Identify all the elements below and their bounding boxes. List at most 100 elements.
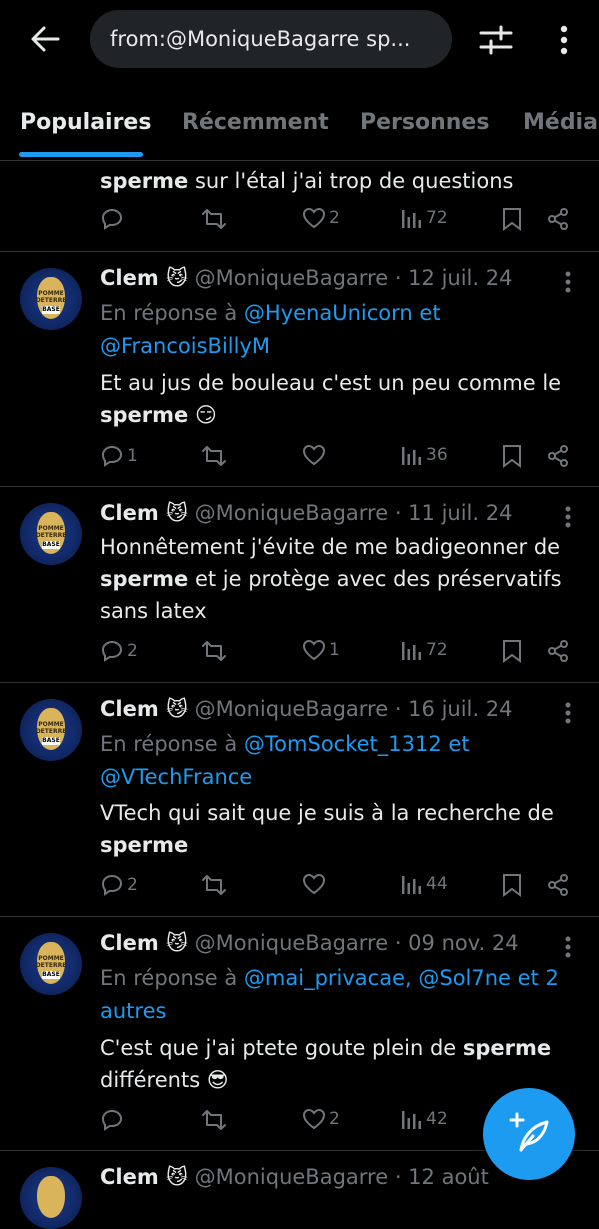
like-button[interactable] — [302, 444, 329, 466]
share-icon — [548, 874, 568, 896]
tab-personnes[interactable]: Personnes — [360, 110, 489, 135]
tab-bar: Populaires Récemment Personnes Médias — [0, 84, 599, 161]
avatar[interactable]: POMME DETERRE BASE — [20, 503, 82, 565]
like-button[interactable]: 1 — [302, 639, 340, 661]
like-button[interactable]: 2 — [302, 1108, 340, 1130]
views-icon — [402, 1111, 421, 1129]
bookmark-button[interactable] — [502, 873, 522, 897]
tweet-date[interactable]: · 09 nov. 24 — [395, 931, 519, 955]
share-button[interactable] — [546, 639, 570, 663]
avatar[interactable]: POMME DETERRE BASE — [20, 699, 82, 761]
handle[interactable]: @MoniqueBagarre — [195, 1165, 389, 1189]
handle[interactable]: @MoniqueBagarre — [195, 501, 389, 525]
mention-link[interactable]: @VTechFrance — [100, 765, 252, 789]
tweet-text: sperme sur l'étal j'ai trop de questions — [100, 169, 514, 193]
handle[interactable]: @MoniqueBagarre — [195, 697, 389, 721]
mention-link[interactable]: @mai_privacae, @Sol7ne et 2 — [244, 966, 559, 990]
tweet-more-icon[interactable] — [558, 268, 578, 296]
retweet-icon — [202, 875, 226, 895]
views-button[interactable]: 72 — [401, 639, 448, 661]
tab-populaires[interactable]: Populaires — [20, 110, 151, 135]
views-icon — [402, 642, 421, 660]
handle[interactable]: @MoniqueBagarre — [195, 931, 389, 955]
tweet-more-icon[interactable] — [558, 933, 578, 961]
tweet-header: Clem 😼 @MoniqueBagarre · 12 juil. 24 — [100, 266, 512, 290]
views-icon — [402, 210, 421, 228]
more-options-icon[interactable] — [554, 20, 574, 60]
bookmark-button[interactable] — [502, 444, 522, 468]
tweet-date[interactable]: · 12 août — [395, 1165, 489, 1189]
bookmark-button[interactable] — [502, 207, 522, 231]
tweet[interactable]: POMME DETERRE BASE Clem 😼 @MoniqueBagarr… — [0, 252, 599, 487]
handle[interactable]: @MoniqueBagarre — [195, 266, 389, 290]
reply-button[interactable]: 2 — [100, 639, 138, 663]
tweet-actions: 2 44 — [0, 873, 599, 903]
display-name[interactable]: Clem 😼 — [100, 697, 188, 721]
reply-button[interactable] — [100, 207, 124, 231]
retweet-button[interactable] — [201, 444, 227, 468]
tweet-more-icon[interactable] — [558, 503, 578, 531]
reply-context: En réponse à @mai_privacae, @Sol7ne et 2… — [100, 966, 559, 1023]
top-bar: from:@MoniqueBagarre sp... — [0, 0, 599, 84]
tweet-text: C'est que j'ai ptete goute plein de sper… — [100, 1036, 552, 1092]
heart-icon — [302, 1108, 326, 1130]
back-arrow-icon[interactable] — [28, 22, 62, 56]
display-name[interactable]: Clem 😼 — [100, 266, 188, 290]
search-input[interactable]: from:@MoniqueBagarre sp... — [90, 10, 452, 68]
avatar-label: POMME DETERRE — [35, 290, 67, 304]
tweet-date[interactable]: · 11 juil. 24 — [395, 501, 513, 525]
retweet-button[interactable] — [201, 873, 227, 897]
tweet-date[interactable]: · 16 juil. 24 — [395, 697, 513, 721]
reply-icon — [101, 874, 123, 896]
share-button[interactable] — [546, 873, 570, 897]
avatar[interactable] — [20, 1167, 82, 1229]
mention-link[interactable]: @TomSocket_1312 et — [244, 732, 470, 756]
reply-button[interactable] — [100, 1108, 127, 1132]
bookmark-icon — [503, 445, 521, 468]
tweet-header: Clem 😼 @MoniqueBagarre · 09 nov. 24 — [100, 931, 519, 955]
tweet-actions: 2 1 72 — [0, 639, 599, 669]
views-button[interactable]: 44 — [401, 873, 448, 895]
tweet[interactable]: POMME DETERRE BASE Clem 😼 @MoniqueBagarr… — [0, 487, 599, 683]
avatar[interactable]: POMME DETERRE BASE — [20, 933, 82, 995]
share-button[interactable] — [546, 444, 570, 468]
display-name[interactable]: Clem 😼 — [100, 931, 188, 955]
reply-button[interactable]: 1 — [100, 444, 138, 468]
reply-icon — [101, 445, 123, 467]
retweet-icon — [202, 209, 226, 229]
compose-button[interactable] — [483, 1088, 575, 1180]
reply-button[interactable]: 2 — [100, 873, 138, 897]
like-button[interactable]: 2 — [302, 207, 340, 229]
mention-link[interactable]: @HyenaUnicorn et — [244, 301, 441, 325]
tab-recemment[interactable]: Récemment — [182, 110, 329, 135]
tweet[interactable]: POMME DETERRE BASE Clem 😼 @MoniqueBagarr… — [0, 683, 599, 917]
tweet-more-icon[interactable] — [558, 699, 578, 727]
tweet-text: VTech qui sait que je suis à la recherch… — [100, 801, 554, 857]
tweet-header: Clem 😼 @MoniqueBagarre · 16 juil. 24 — [100, 697, 512, 721]
tweet-date[interactable]: · 12 juil. 24 — [395, 266, 513, 290]
mention-link[interactable]: @FrancoisBillyM — [100, 334, 270, 358]
display-name[interactable]: Clem 😼 — [100, 1165, 188, 1189]
avatar[interactable]: POMME DETERRE BASE — [20, 268, 82, 330]
reply-context: En réponse à @TomSocket_1312 et @VTechFr… — [100, 732, 470, 789]
views-button[interactable]: 72 — [401, 207, 448, 229]
bookmark-icon — [503, 874, 521, 897]
retweet-button[interactable] — [201, 1108, 227, 1132]
bookmark-icon — [503, 208, 521, 231]
like-button[interactable] — [302, 873, 329, 895]
tab-medias[interactable]: Médias — [523, 110, 599, 135]
share-icon — [548, 208, 568, 230]
retweet-button[interactable] — [201, 207, 227, 231]
views-button[interactable]: 36 — [401, 444, 448, 466]
tweet-partial[interactable]: sperme sur l'étal j'ai trop de questions… — [0, 161, 599, 252]
share-button[interactable] — [546, 207, 570, 231]
mention-link[interactable]: autres — [100, 999, 166, 1023]
search-query: from:@MoniqueBagarre sp... — [110, 27, 411, 51]
avatar-potato — [37, 1176, 65, 1218]
retweet-button[interactable] — [201, 639, 227, 663]
filter-icon[interactable] — [478, 22, 514, 58]
reply-icon — [101, 640, 123, 662]
views-button[interactable]: 42 — [401, 1108, 448, 1130]
bookmark-button[interactable] — [502, 639, 522, 663]
display-name[interactable]: Clem 😼 — [100, 501, 188, 525]
